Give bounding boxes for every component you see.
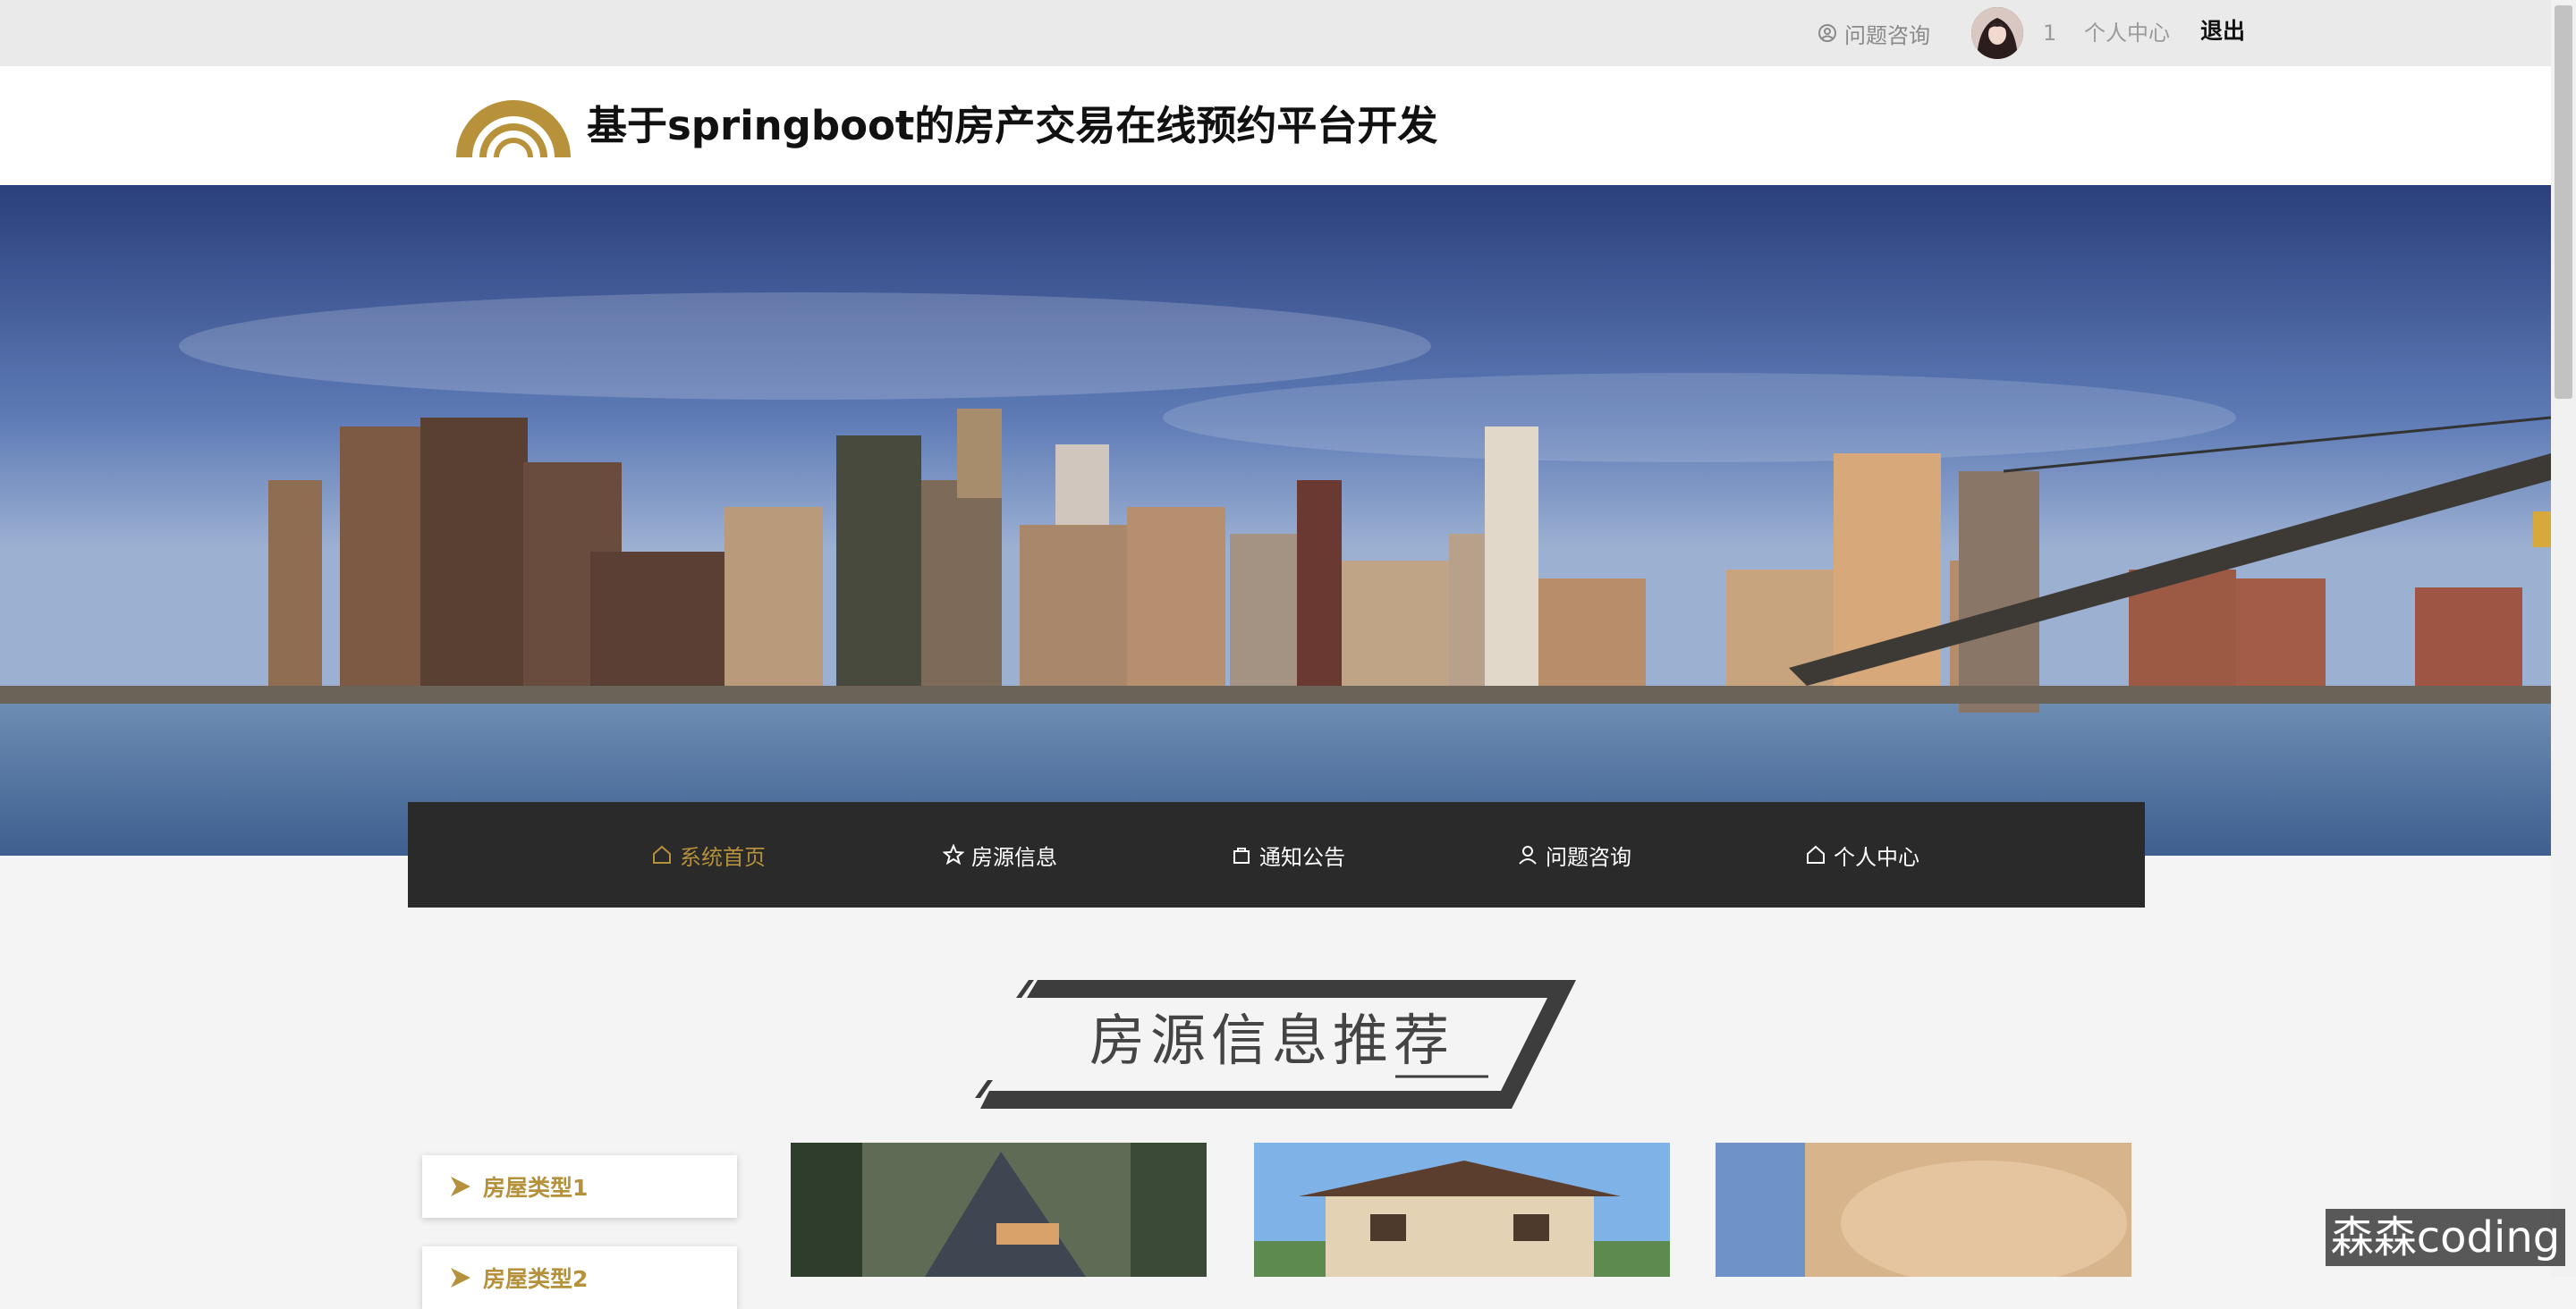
home-icon bbox=[1807, 845, 1825, 864]
main-nav: 系统首页 房源信息 通知公告 问题咨询 个人中心 bbox=[408, 802, 2145, 908]
user-circle-icon bbox=[1818, 24, 1836, 42]
top-consult-label: 问题咨询 bbox=[1844, 22, 1930, 48]
arrow-right-icon bbox=[451, 1268, 470, 1288]
category-item[interactable]: 房屋类型1 bbox=[422, 1155, 737, 1218]
category-label: 房屋类型1 bbox=[483, 1175, 589, 1201]
section-title: 房源信息推荐 bbox=[1089, 1008, 1455, 1073]
scroll-thumb[interactable] bbox=[2555, 5, 2572, 399]
hero-banner bbox=[0, 185, 2551, 856]
listing-card[interactable] bbox=[1254, 1143, 1670, 1277]
watermark: 森森coding bbox=[2326, 1209, 2565, 1266]
side-tab[interactable] bbox=[2533, 511, 2551, 547]
category-label: 房屋类型2 bbox=[483, 1266, 589, 1292]
nav-item-listings[interactable]: 房源信息 bbox=[943, 802, 1057, 908]
listing-card[interactable] bbox=[1716, 1143, 2131, 1277]
nav-item-notices[interactable]: 通知公告 bbox=[1231, 802, 1345, 908]
home-icon bbox=[653, 845, 671, 864]
arrow-right-icon bbox=[451, 1177, 470, 1196]
star-icon bbox=[943, 844, 964, 866]
nav-item-home[interactable]: 系统首页 bbox=[651, 802, 766, 908]
username: 1 bbox=[2043, 21, 2057, 46]
category-item[interactable]: 房屋类型2 bbox=[422, 1246, 737, 1309]
site-logo bbox=[456, 100, 571, 157]
listing-card[interactable] bbox=[791, 1143, 1207, 1277]
site-title: 基于springboot的房产交易在线预约平台开发 bbox=[587, 102, 1438, 149]
listing-image bbox=[1254, 1143, 1670, 1277]
nav-item-consult[interactable]: 问题咨询 bbox=[1517, 802, 1631, 908]
top-consult-link[interactable]: 问题咨询 bbox=[1818, 18, 1930, 48]
user-icon bbox=[1519, 846, 1537, 865]
listing-image bbox=[791, 1143, 1207, 1277]
logout-button[interactable]: 退出 bbox=[2200, 16, 2245, 46]
nav-item-label: 系统首页 bbox=[680, 844, 766, 870]
bag-icon bbox=[1233, 848, 1250, 864]
personal-center-link[interactable]: 个人中心 bbox=[2084, 18, 2170, 48]
nav-item-label: 个人中心 bbox=[1834, 844, 1919, 870]
nav-item-label: 房源信息 bbox=[971, 844, 1057, 870]
nav-item-label: 通知公告 bbox=[1259, 844, 1345, 870]
avatar[interactable] bbox=[1971, 7, 2023, 59]
listing-image bbox=[1716, 1143, 2131, 1277]
nav-item-personal[interactable]: 个人中心 bbox=[1805, 802, 1919, 908]
nav-item-label: 问题咨询 bbox=[1546, 844, 1631, 870]
